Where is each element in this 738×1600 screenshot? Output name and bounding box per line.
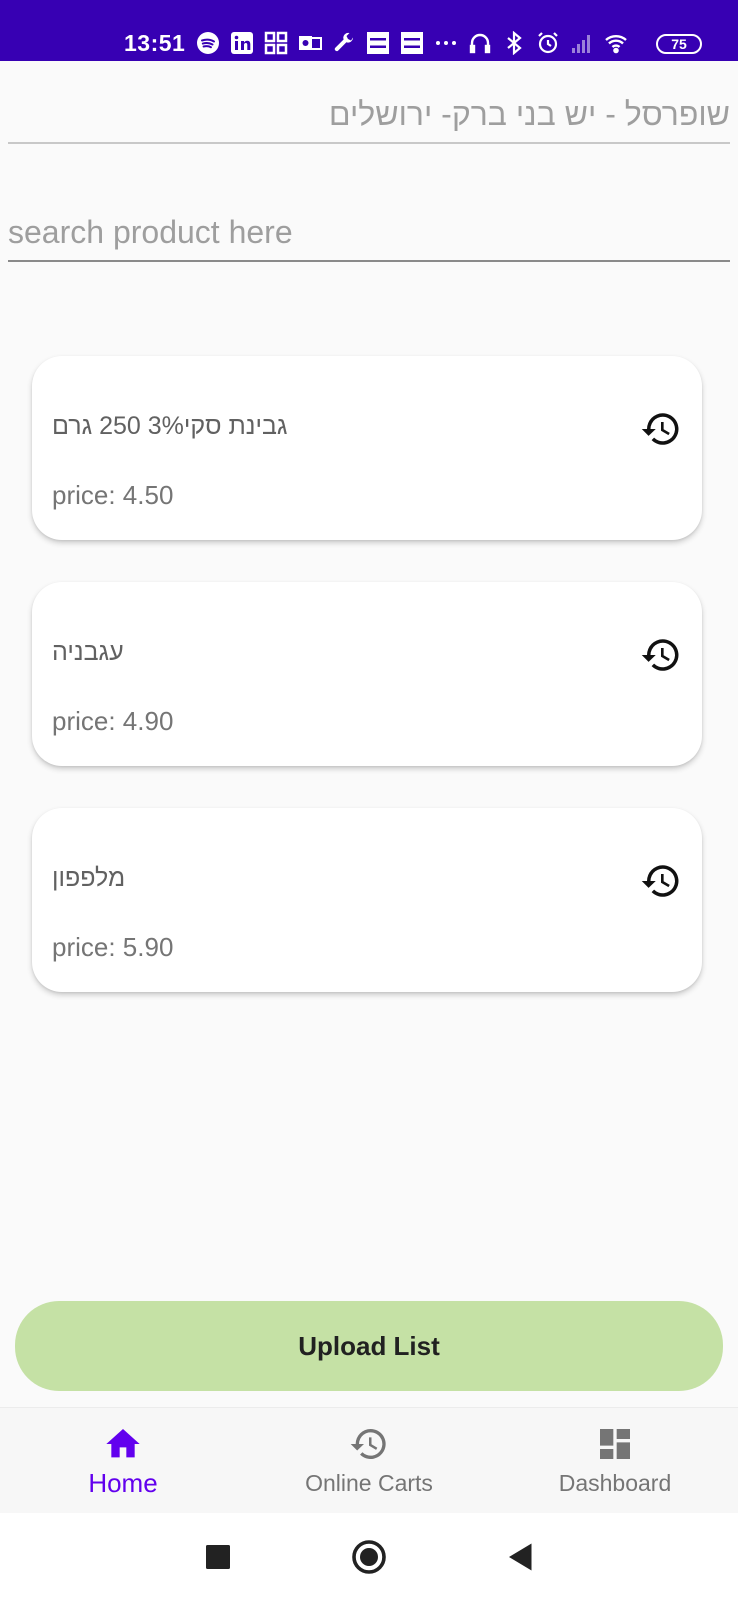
headphones-icon [468, 31, 492, 55]
nav-item-dashboard[interactable]: Dashboard [492, 1408, 738, 1514]
qr-icon [264, 31, 288, 55]
spotify-icon [196, 31, 220, 55]
back-icon[interactable] [491, 1513, 551, 1600]
bottom-navigation: Home Online Carts Dashboard [0, 1407, 738, 1513]
product-name: עגבניה [52, 638, 124, 666]
history-icon[interactable] [640, 860, 682, 902]
nav-item-home[interactable]: Home [0, 1408, 246, 1514]
wrench-icon [332, 31, 356, 55]
outlook-icon [298, 31, 322, 55]
alarm-icon [536, 31, 560, 55]
history-icon[interactable] [640, 408, 682, 450]
more-icon [434, 31, 458, 55]
nav-label: Dashboard [558, 1470, 672, 1496]
product-card[interactable]: מלפפון price: 5.90 [32, 808, 702, 992]
product-name: גבינת סקי3% 250 גרם [52, 412, 288, 440]
product-price: price: 4.50 [52, 480, 174, 510]
product-name: מלפפון [52, 864, 126, 892]
upload-list-button[interactable]: Upload List [15, 1301, 723, 1391]
history-icon [349, 1424, 389, 1464]
home-icon [103, 1424, 143, 1464]
status-time: 13:51 [124, 30, 186, 56]
home-circle-icon[interactable] [339, 1513, 399, 1600]
nav-item-online-carts[interactable]: Online Carts [246, 1408, 492, 1514]
menu-box-icon [400, 31, 424, 55]
product-card[interactable]: עגבניה price: 4.90 [32, 582, 702, 766]
battery-icon: 75 [656, 34, 702, 54]
app-screen: 13:51 75 שופרסל - יש בני ברק- ירושלים se… [0, 0, 738, 1600]
wifi-icon [604, 31, 628, 55]
status-icons [196, 31, 628, 55]
menu-box-icon [366, 31, 390, 55]
nav-label: Home [88, 1468, 158, 1498]
bluetooth-icon [502, 31, 526, 55]
linkedin-icon [230, 31, 254, 55]
product-card[interactable]: גבינת סקי3% 250 גרם price: 4.50 [32, 356, 702, 540]
history-icon[interactable] [640, 634, 682, 676]
status-bar: 13:51 75 [0, 0, 738, 61]
product-price: price: 4.90 [52, 706, 174, 736]
search-field[interactable] [8, 206, 730, 262]
store-name: שופרסל - יש בני ברק- ירושלים [328, 96, 730, 132]
recents-icon[interactable] [188, 1513, 248, 1600]
nav-label: Online Carts [305, 1470, 433, 1496]
store-field[interactable]: שופרסל - יש בני ברק- ירושלים [8, 92, 730, 144]
system-navigation-bar [0, 1513, 738, 1600]
product-price: price: 5.90 [52, 932, 174, 962]
search-input[interactable] [8, 206, 730, 258]
signal-icon [570, 31, 594, 55]
dashboard-icon [595, 1424, 635, 1464]
